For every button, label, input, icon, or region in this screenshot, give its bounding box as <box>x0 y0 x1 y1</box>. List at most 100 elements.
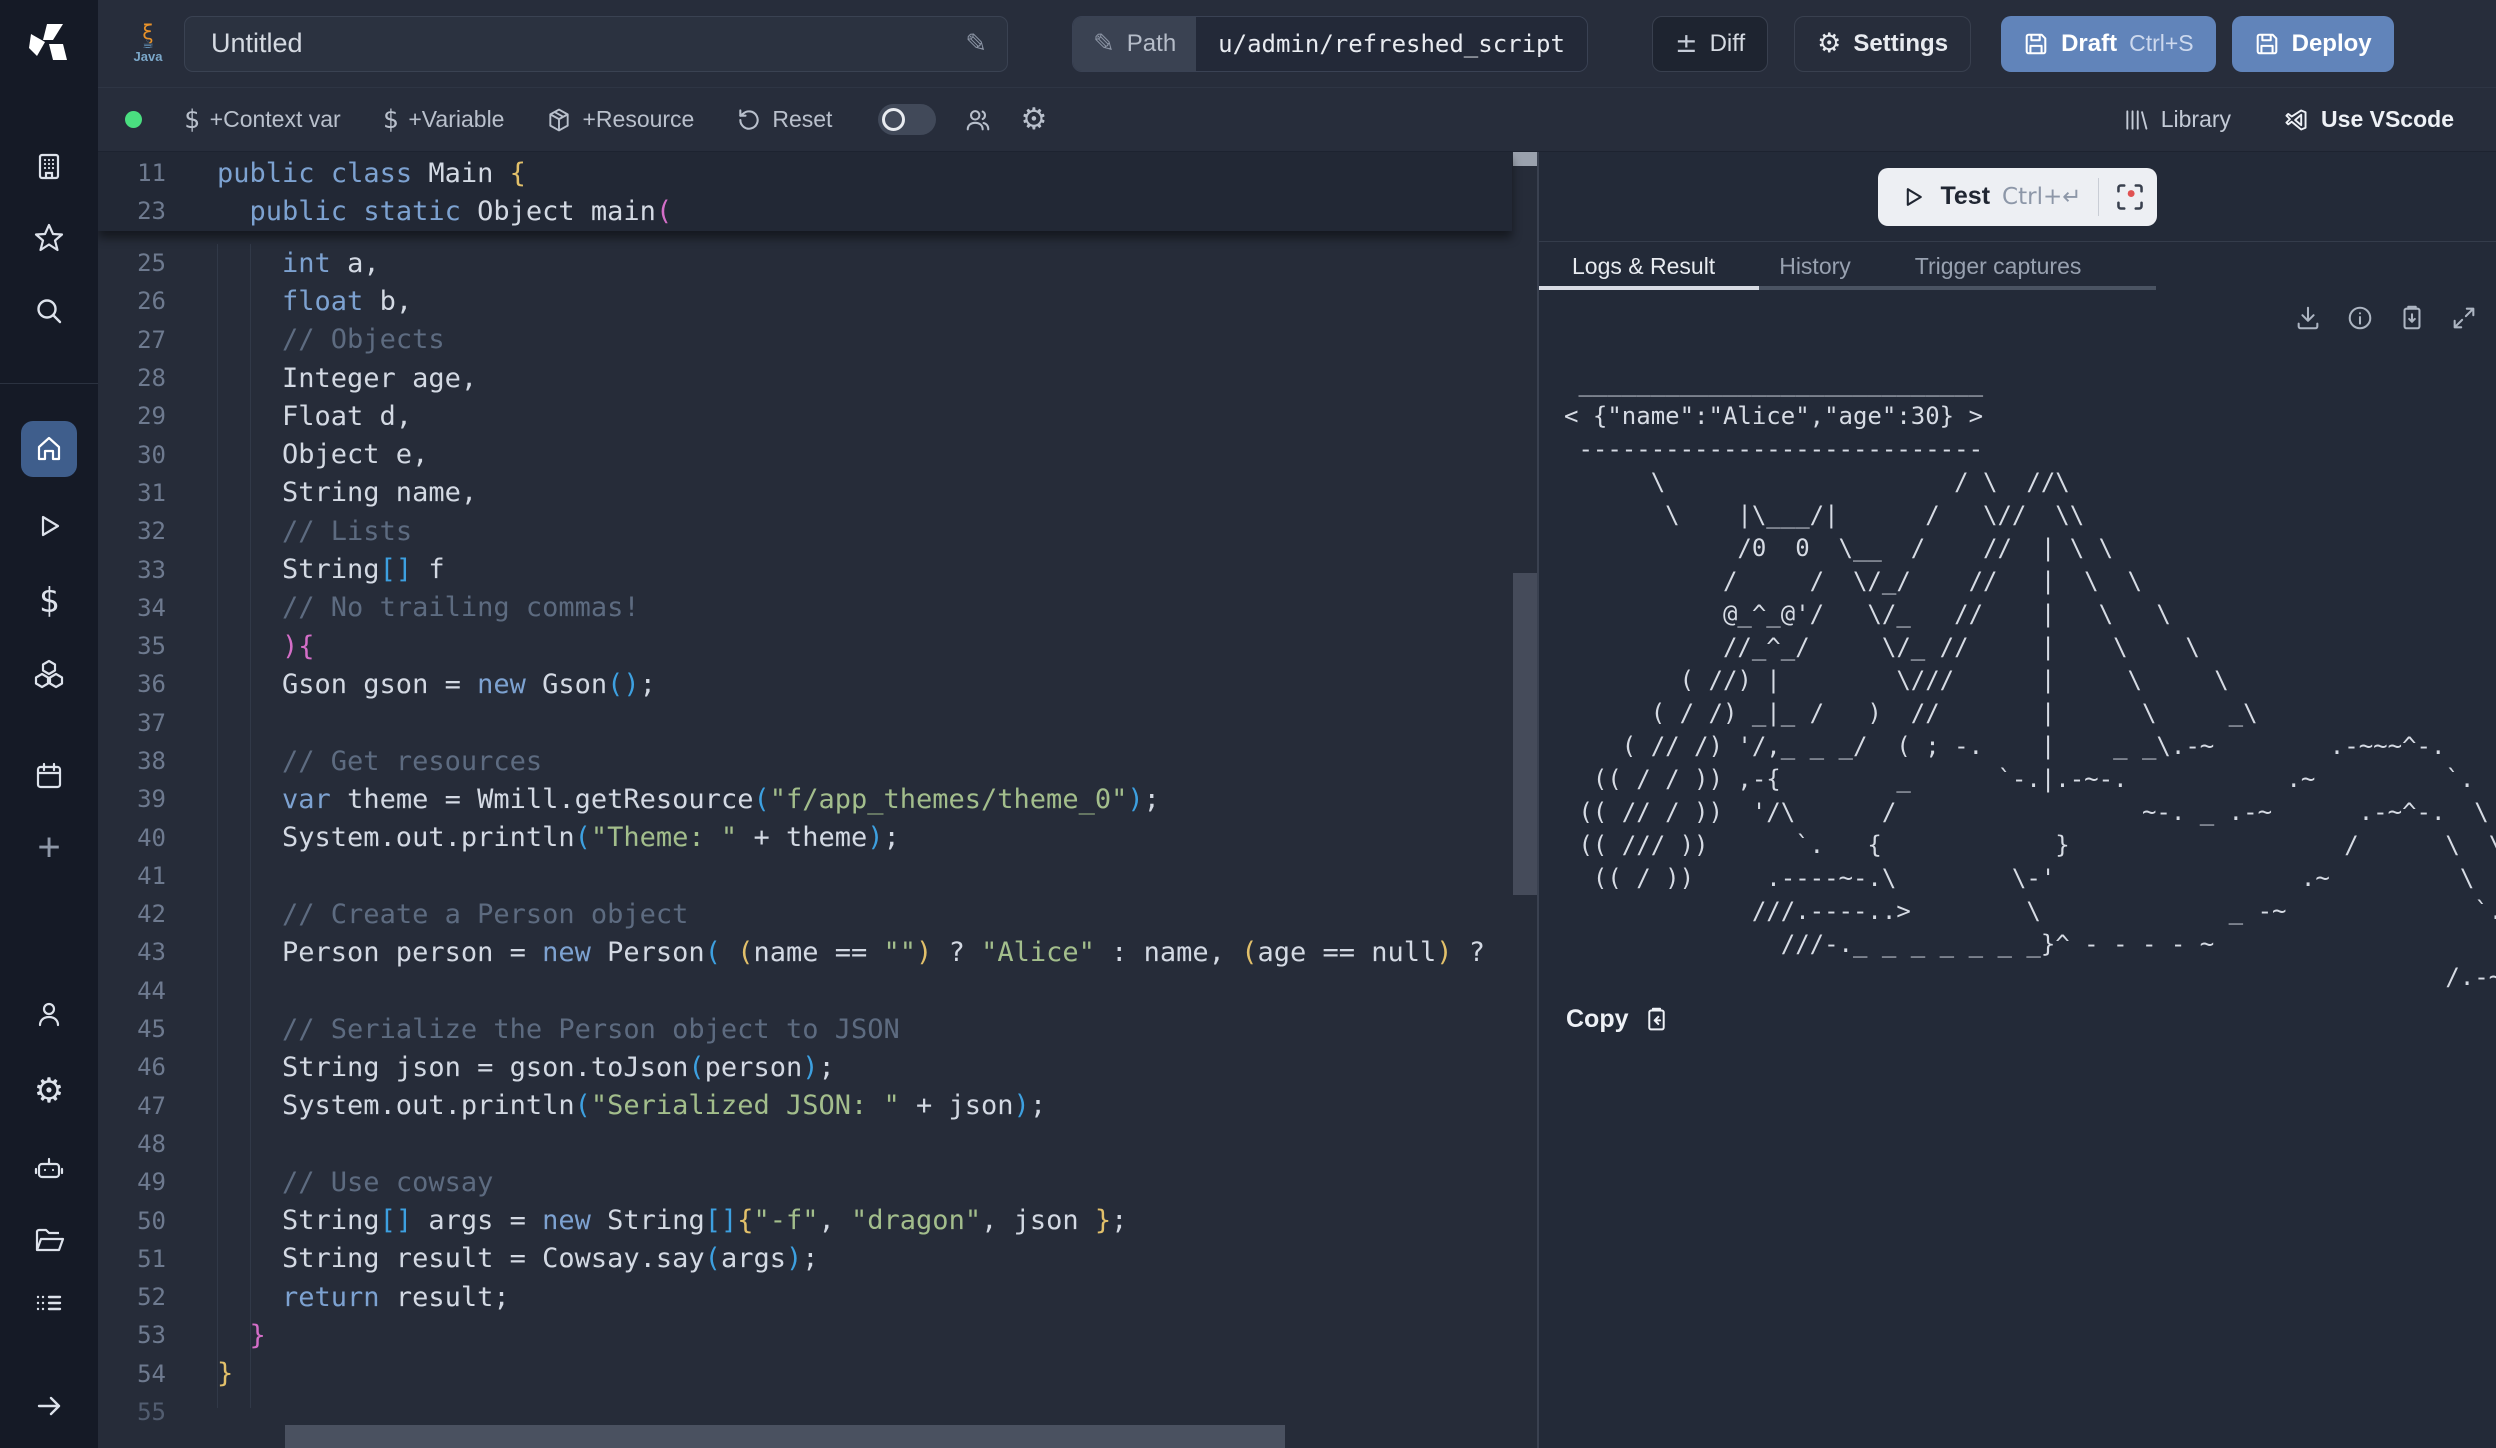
editor-toolbar: $ +Context var $ +Variable +Resource Res… <box>98 88 2496 152</box>
sidebar-divider <box>0 383 98 384</box>
test-button[interactable]: Test Ctrl+↵ <box>1878 168 2156 226</box>
sticky-lines: 11public class Main {23 public static Ob… <box>98 152 1512 231</box>
code-line: 45 // Serialize the Person object to JSO… <box>98 1010 1512 1048</box>
path-widget[interactable]: ✎ Path u/admin/refreshed_script <box>1072 16 1588 72</box>
dollar-icon: $ <box>184 105 200 135</box>
code-line: 46 String json = gson.toJson(person); <box>98 1048 1512 1086</box>
code-line: 54} <box>98 1355 1512 1393</box>
java-language-icon: ξ ☕ Java <box>128 25 168 63</box>
play-icon <box>1900 184 1926 210</box>
download-icon[interactable] <box>2294 304 2322 332</box>
trigger-capture-icon[interactable] <box>2115 182 2145 212</box>
save-icon <box>2254 31 2280 57</box>
audit-logs-list-icon[interactable] <box>34 1288 64 1318</box>
result-tabs: Logs & Result History Trigger captures <box>1539 242 2496 290</box>
library-button[interactable]: Library <box>2123 106 2231 133</box>
copy-json-clipboard-icon[interactable] <box>2398 304 2426 332</box>
test-button-divider <box>2098 178 2099 216</box>
editor-horizontal-scrollbar[interactable] <box>285 1425 1285 1448</box>
reset-button[interactable]: Reset <box>736 106 832 133</box>
cowsay-output: ____________________________ < {"name":"… <box>1564 367 2496 997</box>
code-line: 25 int a, <box>98 244 1512 282</box>
code-line: 44 <box>98 972 1512 1010</box>
diff-icon: ± <box>1675 28 1698 59</box>
search-icon[interactable] <box>34 297 64 327</box>
multiplayer-users-icon[interactable] <box>964 106 992 134</box>
workers-robot-icon[interactable] <box>33 1152 65 1184</box>
code-line: 34 // No trailing commas! <box>98 589 1512 627</box>
code-line: 33 String[] f <box>98 550 1512 588</box>
code-line: 43 Person person = new Person( (name == … <box>98 933 1512 971</box>
info-icon[interactable] <box>2346 304 2374 332</box>
diff-button[interactable]: ± Diff <box>1652 16 1768 72</box>
code-line: 23 public static Object main( <box>98 192 1512 230</box>
code-line: 35 ){ <box>98 627 1512 665</box>
schedules-calendar-icon[interactable] <box>34 761 64 791</box>
result-actions <box>2294 304 2478 332</box>
code-line: 47 System.out.println("Serialized JSON: … <box>98 1087 1512 1125</box>
settings-button[interactable]: ⚙ Settings <box>1794 16 1971 72</box>
add-context-var-button[interactable]: $ +Context var <box>184 105 341 135</box>
code-line: 32 // Lists <box>98 512 1512 550</box>
folders-icon[interactable] <box>33 1224 65 1256</box>
code-line: 50 String[] args = new String[]{"-f", "d… <box>98 1201 1512 1239</box>
draft-button[interactable]: Draft Ctrl+S <box>2001 16 2216 72</box>
tab-logs-result[interactable]: Logs & Result <box>1572 253 1715 280</box>
script-title-input[interactable]: Untitled ✎ <box>184 16 1008 72</box>
code-line: 39 var theme = Wmill.getResource("f/app_… <box>98 780 1512 818</box>
preview-panel: Test Ctrl+↵ Logs & Result History Trigge… <box>1537 152 2496 1448</box>
add-resource-button[interactable]: +Resource <box>546 106 694 133</box>
reset-icon <box>736 107 762 133</box>
tab-history[interactable]: History <box>1779 253 1851 280</box>
path-value: u/admin/refreshed_script <box>1218 30 1565 58</box>
status-dot <box>125 111 142 128</box>
variables-dollar-icon[interactable]: $ <box>39 581 59 621</box>
script-title: Untitled <box>211 28 965 59</box>
code-line: 31 String name, <box>98 474 1512 512</box>
code-line: 51 String result = Cowsay.say(args); <box>98 1240 1512 1278</box>
sidebar-item-home[interactable] <box>21 421 77 477</box>
dollar-icon: $ <box>383 105 399 135</box>
code-line: 29 Float d, <box>98 397 1512 435</box>
deploy-button[interactable]: Deploy <box>2232 16 2394 72</box>
add-plus-icon[interactable]: + <box>37 826 60 871</box>
copy-clipboard-icon <box>1643 1006 1670 1033</box>
code-line: 53 } <box>98 1316 1512 1354</box>
gear-icon: ⚙ <box>1817 28 1841 59</box>
code-editor[interactable]: 11public class Main {23 public static Ob… <box>98 152 1537 1448</box>
code-line: 36 Gson gson = new Gson(); <box>98 665 1512 703</box>
code-line: 42 // Create a Person object <box>98 895 1512 933</box>
code-line: 11public class Main { <box>98 154 1512 192</box>
workspace-building-icon[interactable] <box>34 151 64 181</box>
add-variable-button[interactable]: $ +Variable <box>383 105 505 135</box>
runs-play-icon[interactable] <box>34 511 64 541</box>
favorites-star-icon[interactable] <box>33 222 65 254</box>
diff-mode-toggle[interactable] <box>878 104 936 135</box>
code-line: 48 <box>98 1125 1512 1163</box>
tab-trigger-captures[interactable]: Trigger captures <box>1915 253 2082 280</box>
test-shortcut: Ctrl+↵ <box>2002 184 2081 210</box>
test-row: Test Ctrl+↵ <box>1539 152 2496 242</box>
library-icon <box>2123 107 2149 133</box>
editor-settings-gear-icon[interactable]: ⚙ <box>1020 102 1047 137</box>
resources-boxes-icon[interactable] <box>33 657 65 689</box>
settings-gear-icon[interactable]: ⚙ <box>34 1071 64 1111</box>
code-line: 28 Integer age, <box>98 359 1512 397</box>
package-icon <box>546 107 572 133</box>
user-icon[interactable] <box>34 999 64 1029</box>
code-line: 26 float b, <box>98 282 1512 320</box>
path-label: Path <box>1127 30 1176 58</box>
use-vscode-button[interactable]: Use VScode <box>2283 106 2454 133</box>
expand-icon[interactable] <box>2450 304 2478 332</box>
home-icon <box>34 434 64 464</box>
windmill-logo-icon[interactable] <box>29 22 69 62</box>
vscode-icon <box>2283 107 2309 133</box>
collapse-arrow-icon[interactable] <box>34 1391 64 1421</box>
edit-path-pencil-icon: ✎ <box>1093 29 1115 59</box>
copy-result-button[interactable]: Copy <box>1566 1005 1670 1034</box>
code-line: 52 return result; <box>98 1278 1512 1316</box>
editor-vertical-scrollbar[interactable] <box>1513 573 1537 895</box>
code-line: 37 <box>98 704 1512 742</box>
code-line: 40 System.out.println("Theme: " + theme)… <box>98 818 1512 856</box>
edit-title-pencil-icon[interactable]: ✎ <box>965 29 987 59</box>
